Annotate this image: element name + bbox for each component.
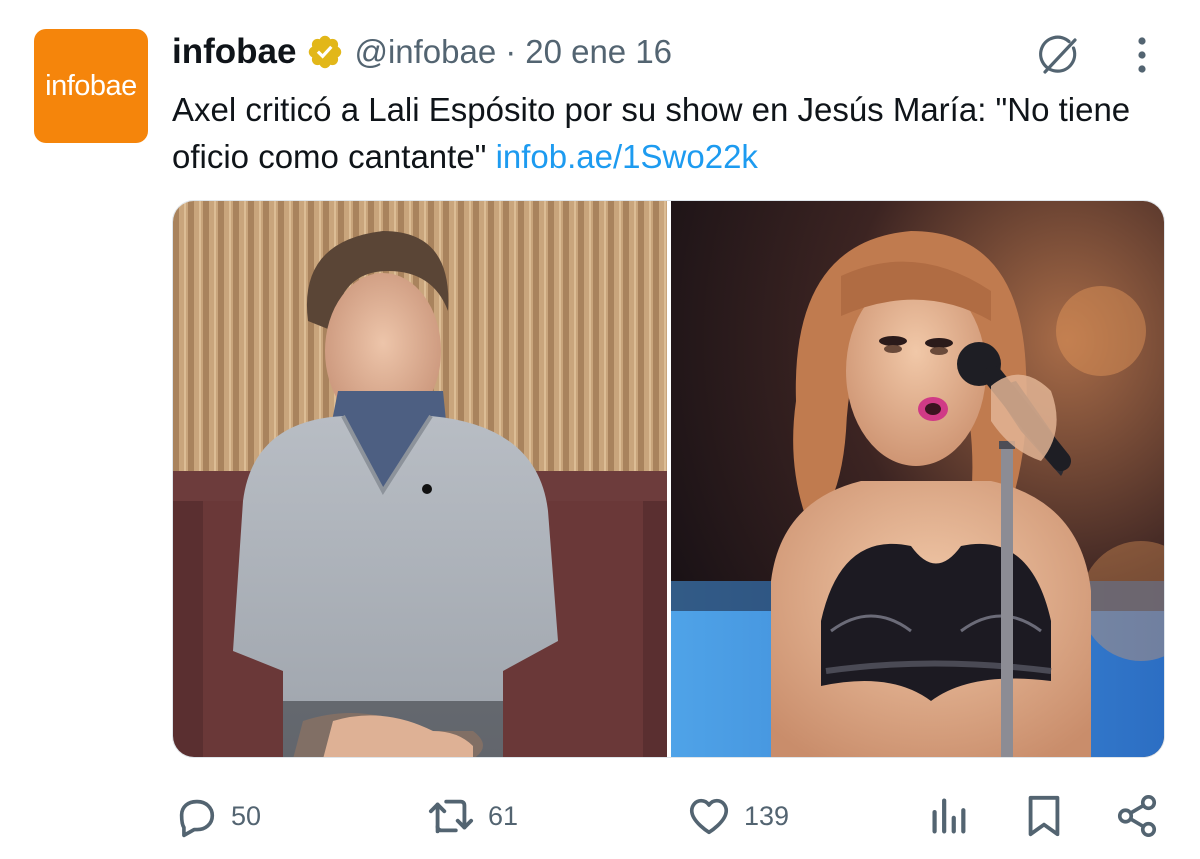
more-options-icon[interactable] [1120,30,1164,80]
reply-count: 50 [231,800,262,831]
tweet-header: infobae @infobae · 20 ene 16 [172,28,672,76]
header-separator: · [505,33,517,70]
tweet-link[interactable]: infob.ae/1Swo22k [496,138,758,175]
tweet-text: Axel criticó a Lali Espósito por su show… [172,86,1172,180]
share-icon [1117,795,1157,837]
action-bar: 50 61 139 [0,788,1200,844]
grok-icon[interactable] [1030,27,1088,85]
retweet-button[interactable]: 61 [426,788,518,844]
display-name[interactable]: infobae [172,32,296,72]
tweet-date[interactable]: 20 ene 16 [525,33,672,71]
like-button[interactable]: 139 [686,788,789,844]
photo-concert[interactable] [671,201,1164,757]
avatar-logo-text: infobae [45,69,137,102]
views-icon [932,798,966,834]
retweet-icon [428,799,474,834]
reply-icon [179,799,215,838]
avatar[interactable]: infobae [34,29,148,143]
bookmark-icon [1028,795,1060,837]
media-grid[interactable] [172,200,1165,758]
heart-icon [689,798,729,835]
user-handle[interactable]: @infobae [354,33,496,71]
views-button[interactable] [928,788,968,844]
bookmark-button[interactable] [1024,788,1064,844]
photo-interview[interactable] [173,201,667,757]
share-button[interactable] [1114,788,1160,844]
verified-badge-icon[interactable] [306,33,344,71]
reply-button[interactable]: 50 [173,788,261,844]
retweet-count: 61 [488,800,519,831]
like-count: 139 [744,800,790,831]
